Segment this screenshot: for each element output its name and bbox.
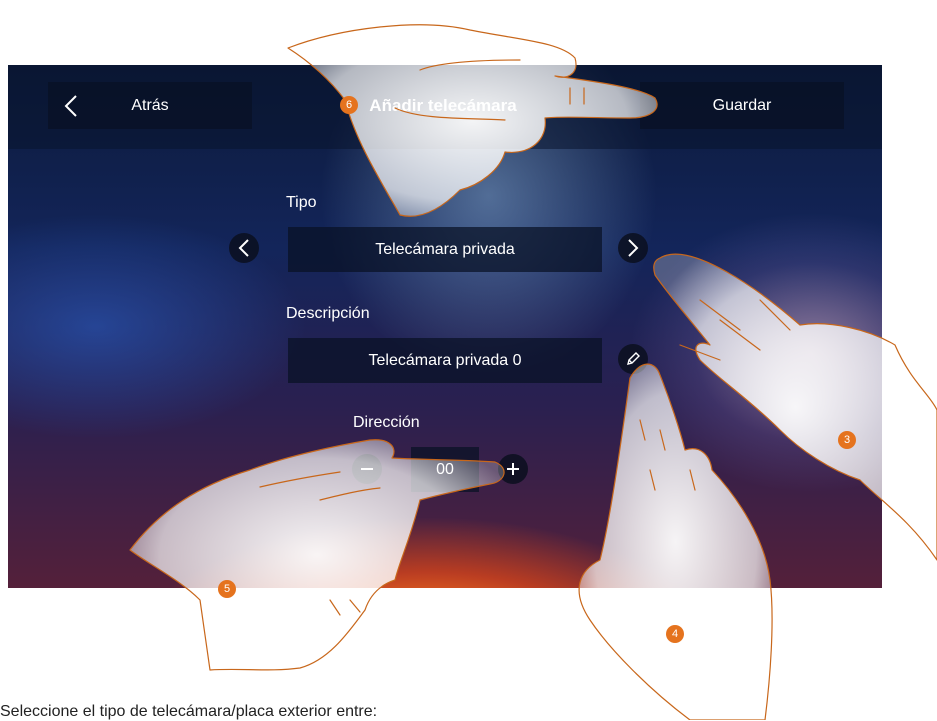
prev-type-button[interactable] — [229, 233, 259, 263]
increment-button[interactable] — [498, 454, 528, 484]
decrement-button[interactable] — [352, 454, 382, 484]
type-value: Telecámara privada — [375, 240, 515, 258]
address-value: 00 — [436, 460, 454, 478]
page-title: Añadir telecámara — [369, 96, 517, 115]
instruction-caption: Seleccione el tipo de telecámara/placa e… — [0, 703, 378, 720]
back-button[interactable]: Atrás — [48, 82, 252, 129]
chevron-left-icon — [64, 94, 78, 123]
description-value: Telecámara privada 0 — [368, 351, 522, 369]
callout-4: 4 — [666, 625, 684, 643]
address-label: Dirección — [353, 414, 420, 431]
plus-icon — [507, 463, 519, 475]
pencil-icon — [627, 352, 640, 365]
header-bar: Atrás Añadir telecámara Guardar — [8, 65, 882, 149]
next-type-button[interactable] — [618, 233, 648, 263]
chevron-right-icon — [628, 239, 639, 257]
callout-5: 5 — [218, 580, 236, 598]
address-field: 00 — [411, 447, 479, 492]
back-label: Atrás — [131, 96, 169, 114]
description-field[interactable]: Telecámara privada 0 — [288, 338, 602, 383]
callout-3: 3 — [838, 431, 856, 449]
save-button[interactable]: Guardar — [640, 82, 844, 129]
description-label: Descripción — [286, 305, 370, 322]
type-field: Telecámara privada — [288, 227, 602, 272]
chevron-left-icon — [238, 239, 249, 257]
callout-6: 6 — [340, 96, 358, 114]
save-label: Guardar — [712, 96, 772, 114]
device-screen: Atrás Añadir telecámara Guardar Tipo Tel… — [8, 65, 882, 588]
edit-description-button[interactable] — [618, 344, 648, 374]
type-label: Tipo — [286, 194, 317, 211]
minus-icon — [361, 468, 373, 470]
